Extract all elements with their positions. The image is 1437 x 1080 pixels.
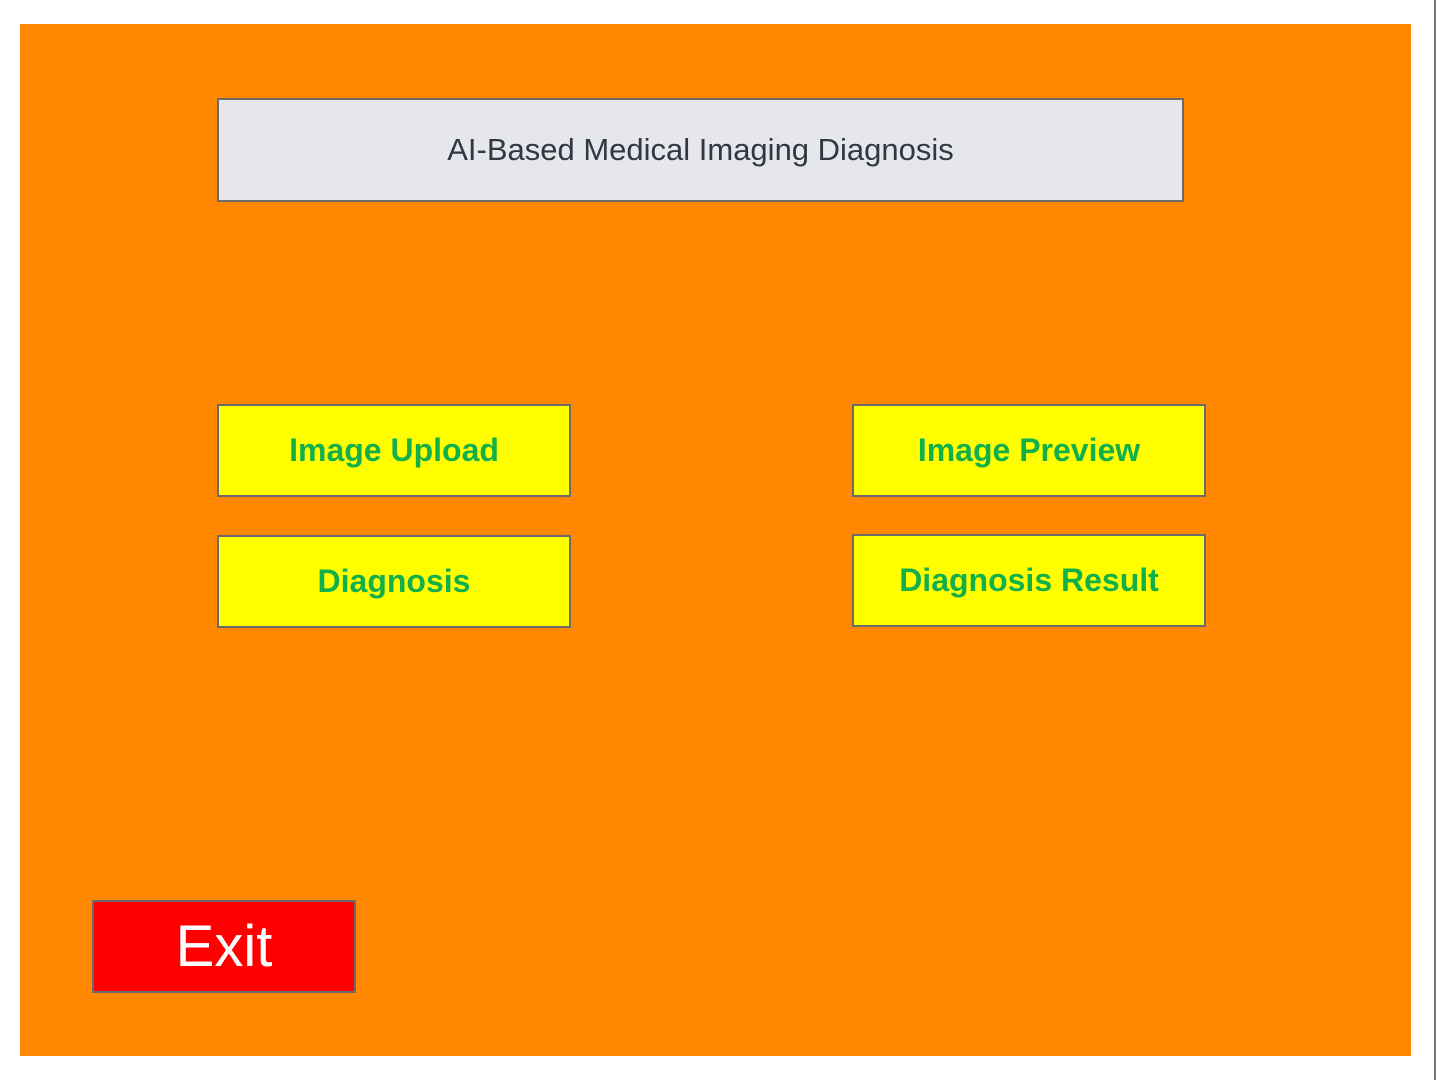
image-upload-button[interactable]: Image Upload [217,404,571,497]
diagnosis-button[interactable]: Diagnosis [217,535,571,628]
exit-button[interactable]: Exit [92,900,356,993]
window-edge [1434,0,1436,1080]
diagnosis-result-button[interactable]: Diagnosis Result [852,534,1206,627]
main-panel: AI-Based Medical Imaging Diagnosis Image… [20,24,1411,1056]
image-preview-button[interactable]: Image Preview [852,404,1206,497]
app-title: AI-Based Medical Imaging Diagnosis [217,98,1184,202]
